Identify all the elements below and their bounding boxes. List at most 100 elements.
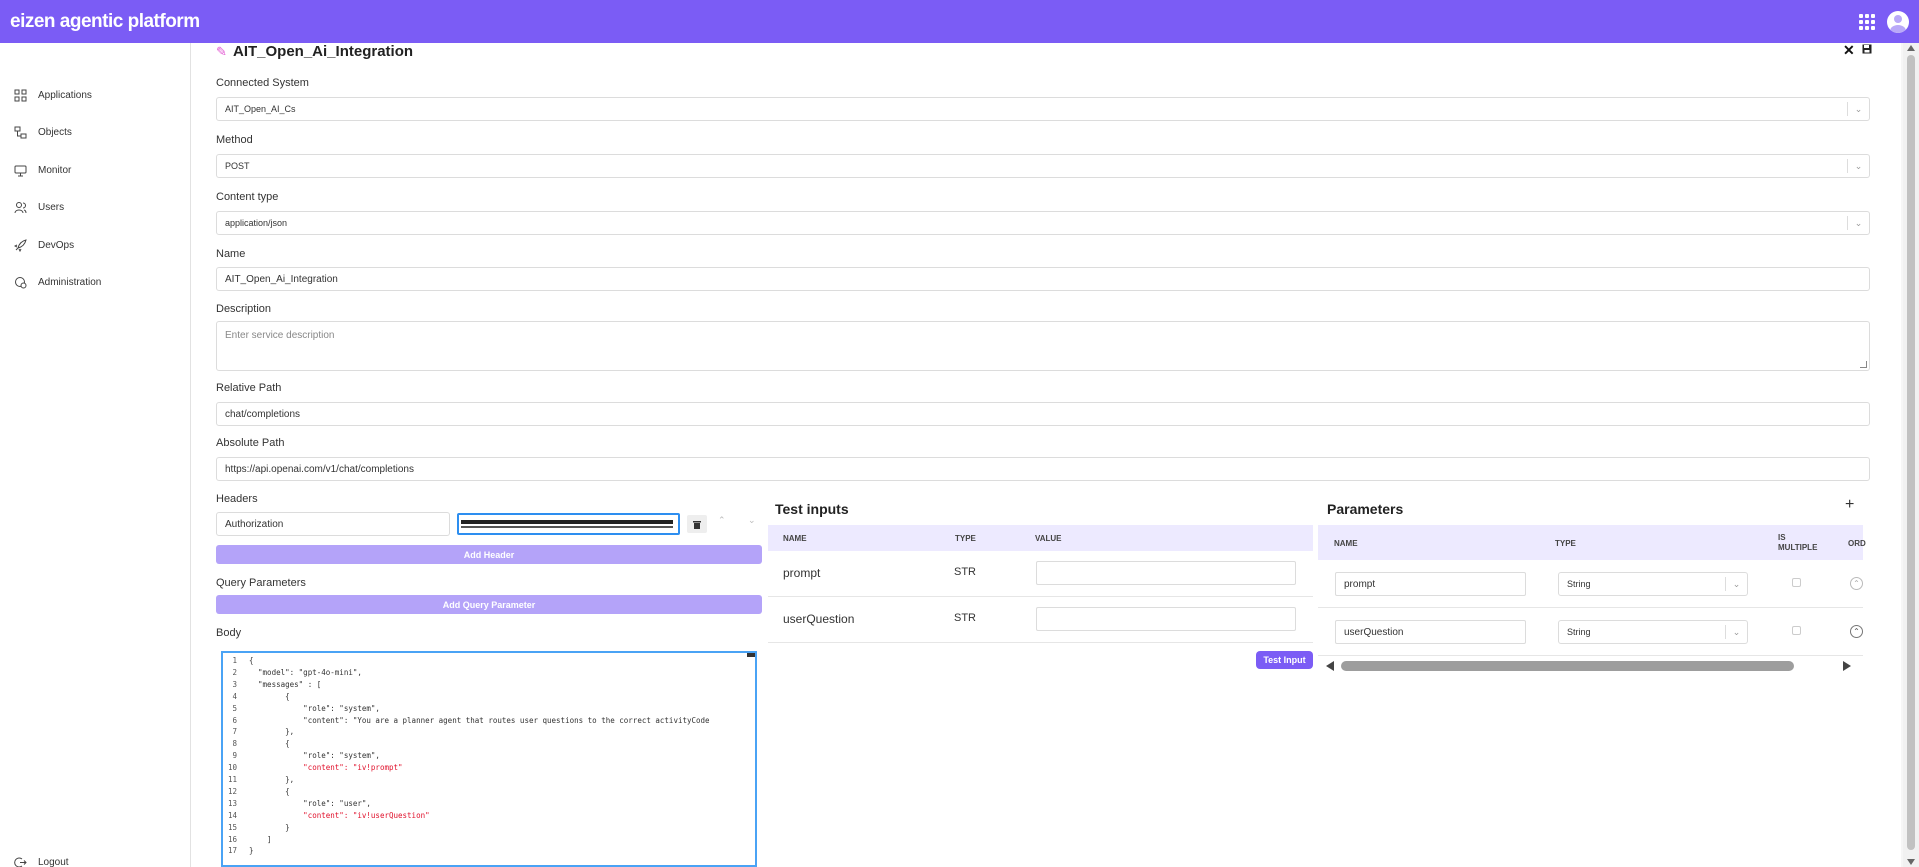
header-key-input[interactable]: Authorization xyxy=(216,512,450,536)
sidebar-item-label: Monitor xyxy=(38,164,72,176)
code-text: { xyxy=(249,656,254,665)
scroll-thumb[interactable] xyxy=(1907,55,1915,850)
code-text: { xyxy=(249,691,290,701)
scroll-left-icon[interactable] xyxy=(1326,661,1334,671)
name-input[interactable]: AIT_Open_Ai_Integration xyxy=(216,267,1870,291)
line-number: 14 xyxy=(227,810,237,820)
test-input-value-field[interactable] xyxy=(1036,607,1296,631)
chevron-down-icon: ⌄ xyxy=(1847,102,1869,116)
content-type-label: Content type xyxy=(216,191,279,203)
scroll-right-icon[interactable] xyxy=(1843,661,1851,671)
apps-grid-icon[interactable] xyxy=(1859,13,1875,30)
parameter-type-select[interactable]: String ⌄ xyxy=(1558,620,1748,644)
code-text: "content": "iv!prompt" xyxy=(249,763,403,773)
column-header-type: TYPE xyxy=(1555,539,1576,548)
sidebar-item-applications[interactable]: Applications xyxy=(14,86,92,104)
add-parameter-button[interactable]: + xyxy=(1845,496,1854,514)
relative-path-value: chat/completions xyxy=(225,408,301,420)
user-avatar-icon[interactable] xyxy=(1887,10,1909,33)
method-select[interactable]: POST ⌄ xyxy=(216,154,1870,178)
is-multiple-checkbox[interactable] xyxy=(1792,626,1801,635)
description-placeholder: Enter service description xyxy=(225,330,335,341)
header-value-input[interactable] xyxy=(457,513,680,535)
code-line: 4 { xyxy=(223,691,290,704)
move-up-icon[interactable]: ⌃ xyxy=(1850,625,1863,638)
headers-label: Headers xyxy=(216,493,258,505)
save-icon[interactable] xyxy=(1862,44,1872,57)
test-inputs-title: Test inputs xyxy=(775,501,849,517)
test-input-type: STR xyxy=(954,612,976,624)
parameter-name-input[interactable]: userQuestion xyxy=(1335,620,1526,644)
description-textarea[interactable]: Enter service description xyxy=(216,321,1870,371)
absolute-path-input[interactable]: https://api.openai.com/v1/chat/completio… xyxy=(216,457,1870,481)
parameter-name-input[interactable]: prompt xyxy=(1335,572,1526,596)
connected-system-select[interactable]: AIT_Open_AI_Cs ⌄ xyxy=(216,97,1870,121)
code-line: 6 "content": "You are a planner agent th… xyxy=(223,715,710,728)
brand-logo[interactable]: eizen agentic platform xyxy=(10,11,200,33)
code-line: 12 { xyxy=(223,787,290,799)
query-parameters-label: Query Parameters xyxy=(216,577,306,589)
page-title: AIT_Open_Ai_Integration xyxy=(233,43,414,60)
body-code-editor[interactable]: 1{2 "model": "gpt-4o-mini", 3 "messages" … xyxy=(221,651,757,867)
sidebar-item-users[interactable]: Users xyxy=(14,198,64,216)
parameters-header: NAME TYPE IS MULTIPLE ORD xyxy=(1318,525,1866,560)
parameters-horizontal-scrollbar[interactable] xyxy=(1323,659,1863,673)
relative-path-input[interactable]: chat/completions xyxy=(216,402,1870,426)
code-line: 8 { xyxy=(223,739,289,751)
code-line: 7 }, xyxy=(223,727,294,739)
line-number: 10 xyxy=(227,763,237,773)
parameter-name-value: userQuestion xyxy=(1344,626,1404,638)
code-text: ] xyxy=(249,834,272,844)
test-input-value-field[interactable] xyxy=(1036,561,1296,585)
absolute-path-value: https://api.openai.com/v1/chat/completio… xyxy=(225,463,414,475)
logout-button[interactable]: Logout xyxy=(14,853,69,867)
add-header-button[interactable]: Add Header xyxy=(216,545,762,564)
body-label: Body xyxy=(216,627,242,639)
code-line: 9 "role": "system", xyxy=(223,751,379,763)
content-type-select[interactable]: application/json ⌄ xyxy=(216,211,1870,235)
move-up-icon[interactable]: ⌃ xyxy=(718,515,726,526)
resize-handle-icon[interactable] xyxy=(1860,361,1867,368)
sidebar-item-monitor[interactable]: Monitor xyxy=(14,161,71,179)
trash-icon xyxy=(693,520,701,529)
line-number: 17 xyxy=(227,846,237,856)
code-line: 2 "model": "gpt-4o-mini", xyxy=(223,667,361,680)
line-number: 7 xyxy=(232,727,237,737)
line-number: 16 xyxy=(227,834,237,844)
objects-icon xyxy=(14,126,27,139)
parameter-type-select[interactable]: String ⌄ xyxy=(1558,572,1748,596)
move-down-icon[interactable]: ⌄ xyxy=(748,515,756,526)
move-up-icon[interactable]: ⌃ xyxy=(1850,577,1863,590)
monitor-icon xyxy=(14,164,27,177)
code-text: "content": "iv!userQuestion" xyxy=(249,810,430,820)
add-query-parameter-button[interactable]: Add Query Parameter xyxy=(216,595,762,614)
sidebar-item-label: Applications xyxy=(38,89,92,101)
scroll-thumb[interactable] xyxy=(1341,661,1794,671)
code-line: 14 "content": "iv!userQuestion" xyxy=(223,811,430,823)
line-number: 9 xyxy=(232,751,237,761)
line-number: 4 xyxy=(232,691,237,701)
code-text: "messages" : [ xyxy=(249,679,322,689)
code-line: 1{ xyxy=(223,656,254,668)
close-icon[interactable]: ✕ xyxy=(1843,42,1855,59)
code-text: { xyxy=(249,786,290,796)
code-line: 13 "role": "user", xyxy=(223,799,371,811)
scroll-down-icon[interactable] xyxy=(1907,859,1915,865)
is-multiple-checkbox[interactable] xyxy=(1792,578,1801,587)
logout-label: Logout xyxy=(38,856,69,867)
test-input-name: prompt xyxy=(783,566,821,580)
code-text: "content": "You are a planner agent that… xyxy=(249,715,710,725)
sidebar-item-label: Users xyxy=(38,201,65,213)
sidebar-item-objects[interactable]: Objects xyxy=(14,123,72,141)
line-number: 15 xyxy=(227,822,237,832)
scroll-up-icon[interactable] xyxy=(1907,45,1915,51)
code-text: }, xyxy=(249,775,295,784)
test-input-button[interactable]: Test Input xyxy=(1256,651,1313,669)
delete-header-button[interactable] xyxy=(687,515,707,533)
sidebar-item-administration[interactable]: Administration xyxy=(14,273,101,291)
sidebar-item-devops[interactable]: DevOps xyxy=(13,236,74,254)
page-scrollbar[interactable] xyxy=(1903,43,1919,867)
line-number: 2 xyxy=(232,667,237,677)
connected-system-value: AIT_Open_AI_Cs xyxy=(225,104,296,114)
sidebar-item-label: Administration xyxy=(38,276,102,288)
